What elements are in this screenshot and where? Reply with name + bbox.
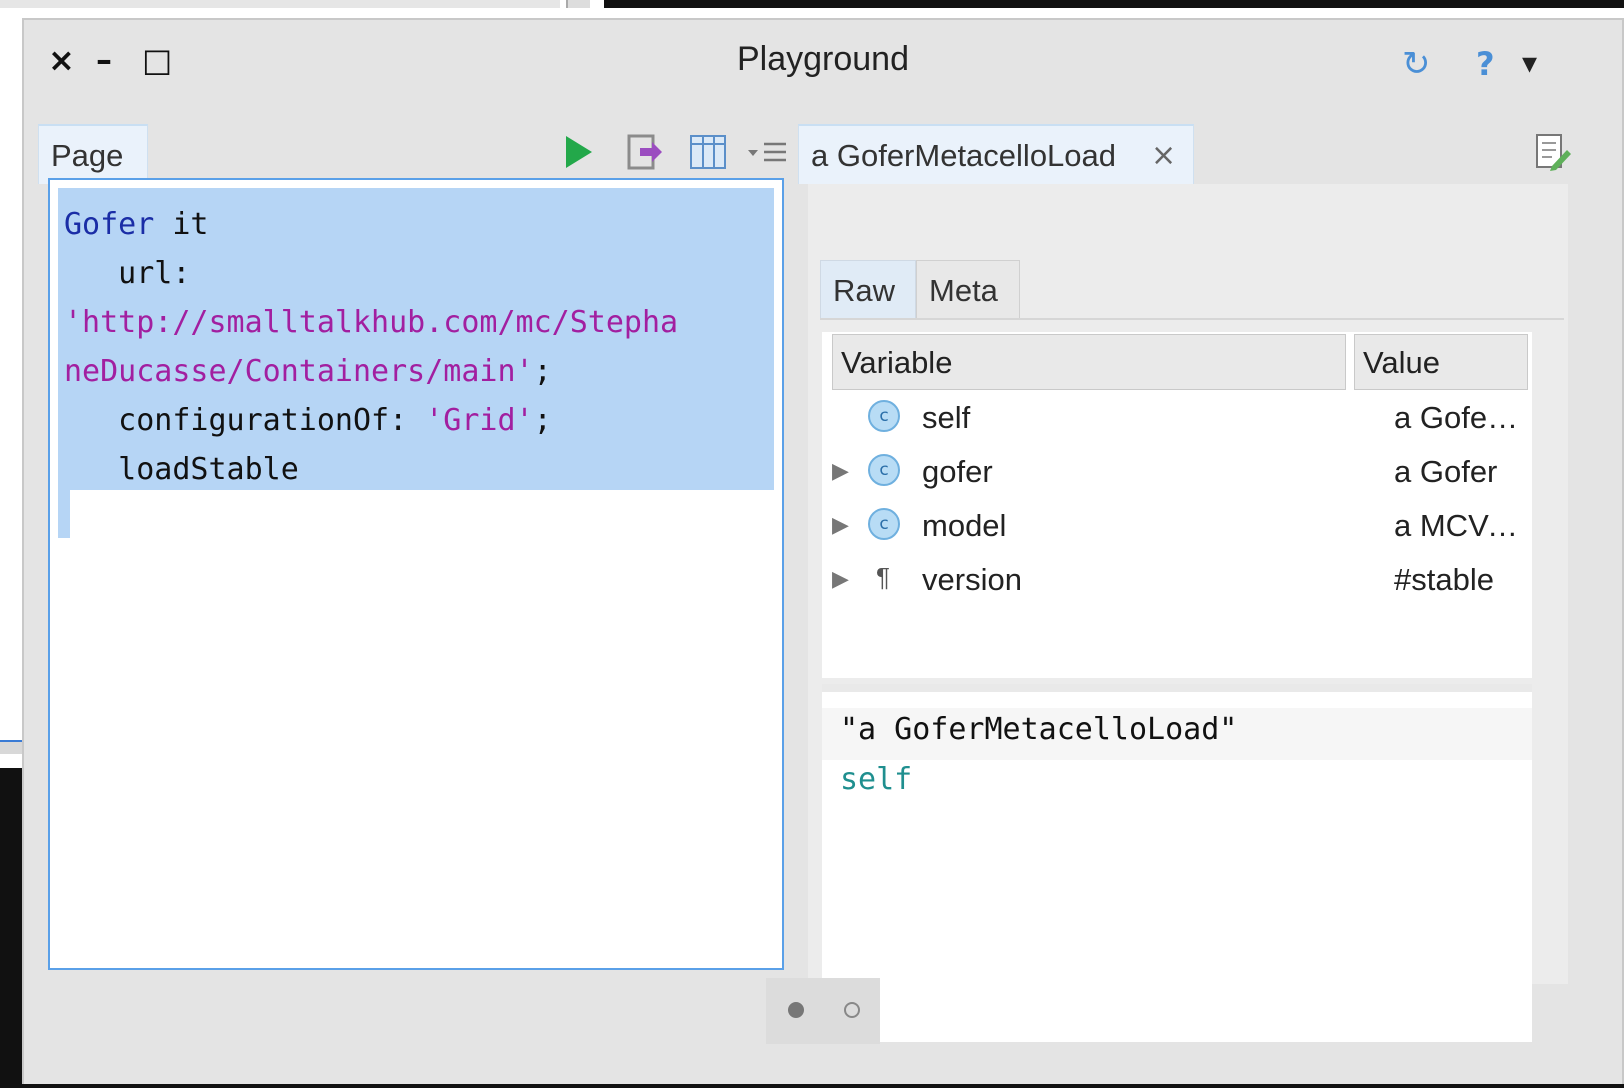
do-it-and-go-icon[interactable]: [562, 132, 596, 172]
evaluator-comment: "a GoferMetacelloLoad": [840, 712, 1238, 747]
playground-pane: Page Gofer it url: 'http://smalltalkhub.…: [38, 104, 794, 996]
table-row[interactable]: ▶ c model a MCVers...: [822, 500, 1532, 554]
column-header-value[interactable]: Value: [1354, 334, 1528, 390]
page-dot-active[interactable]: [788, 1002, 804, 1018]
sync-icon[interactable]: ↻: [1402, 46, 1431, 82]
desktop-background-dark: [0, 768, 24, 1088]
table-row[interactable]: c self a GoferM...: [822, 392, 1532, 446]
window-title: Playground: [736, 40, 909, 78]
pilcrow-icon: ¶: [876, 562, 890, 592]
code-editor[interactable]: Gofer it url: 'http://smalltalkhub.com/m…: [48, 178, 784, 970]
tab-meta-label: Meta: [929, 273, 998, 308]
page-dot[interactable]: [844, 1002, 860, 1018]
title-bar[interactable]: × – □ Playground ↻ ? ▾: [24, 20, 1622, 104]
page-indicator: [766, 978, 880, 1044]
variable-name: self: [922, 400, 971, 435]
desktop-background: [0, 0, 560, 8]
column-header-label: Variable: [841, 345, 953, 380]
tab-meta[interactable]: Meta: [916, 260, 1020, 318]
variable-value: #stable: [1394, 562, 1494, 597]
desktop-background-bottom: [0, 1084, 1624, 1088]
background-scrollbar: [566, 0, 590, 8]
tab-page[interactable]: Page: [38, 124, 148, 184]
code-token: ;: [533, 403, 552, 438]
code-token: url:: [64, 256, 191, 291]
variable-name: model: [922, 508, 1007, 543]
code-token: it: [154, 207, 209, 242]
class-instance-icon: c: [868, 454, 900, 486]
pane-splitter[interactable]: [822, 684, 1532, 692]
tab-raw-label: Raw: [833, 273, 896, 308]
expand-triangle-icon[interactable]: ▶: [832, 566, 849, 592]
tab-divider: [820, 318, 1564, 320]
code-token: Gofer: [64, 207, 155, 242]
code-string: 'Grid': [425, 403, 534, 438]
tab-page-label: Page: [51, 138, 124, 173]
tab-inspector[interactable]: a GoferMetacelloLoad ×: [798, 124, 1194, 184]
column-header-label: Value: [1363, 345, 1440, 380]
expand-triangle-icon[interactable]: ▶: [832, 458, 849, 484]
help-icon[interactable]: ?: [1476, 46, 1495, 82]
code-token: configurationOf:: [64, 403, 426, 438]
code-string: 'http://smalltalkhub.com/mc/Stepha: [64, 305, 679, 340]
class-instance-icon: c: [868, 400, 900, 432]
close-tab-icon[interactable]: ×: [1151, 138, 1176, 173]
class-instance-icon: c: [868, 508, 900, 540]
column-header-variable[interactable]: Variable: [832, 334, 1346, 390]
variable-value: a GoferM...: [1394, 400, 1528, 435]
toolbar-menu-icon[interactable]: [744, 132, 788, 172]
desktop-background-window: [604, 0, 1624, 8]
code-string: neDucasse/Containers/main': [64, 354, 534, 389]
table-row[interactable]: ▶ c gofer a Gofer: [822, 446, 1532, 500]
evaluator-code: self: [840, 762, 913, 797]
bindings-icon[interactable]: [688, 132, 728, 172]
inspect-it-icon[interactable]: [626, 132, 666, 172]
playground-window: × – □ Playground ↻ ? ▾ Page Gofer it url…: [22, 18, 1624, 1086]
table-row[interactable]: ▶ ¶ version #stable: [822, 554, 1532, 608]
text-selection-tail: [58, 490, 70, 538]
variable-name: gofer: [922, 454, 993, 489]
expand-triangle-icon[interactable]: ▶: [832, 512, 849, 538]
variable-value: a MCVers...: [1394, 508, 1528, 543]
evaluator-editor[interactable]: "a GoferMetacelloLoad" self: [822, 692, 1532, 1042]
code-token: ;: [533, 354, 552, 389]
background-window-edge: [0, 740, 24, 754]
tab-raw[interactable]: Raw: [820, 260, 916, 318]
inspector-pane: a GoferMetacelloLoad × Raw Meta Variable…: [798, 104, 1578, 1042]
code-token: loadStable: [64, 452, 299, 487]
tab-inspector-label: a GoferMetacelloLoad: [811, 138, 1117, 173]
variables-table: Variable Value c self a GoferM... ▶ c go…: [822, 332, 1532, 678]
edit-page-icon[interactable]: [1534, 132, 1572, 172]
variable-value: a Gofer: [1394, 454, 1498, 489]
window-menu-icon[interactable]: ▾: [1522, 46, 1537, 82]
variable-name: version: [922, 562, 1022, 597]
code-text: Gofer it url: 'http://smalltalkhub.com/m…: [64, 200, 678, 494]
